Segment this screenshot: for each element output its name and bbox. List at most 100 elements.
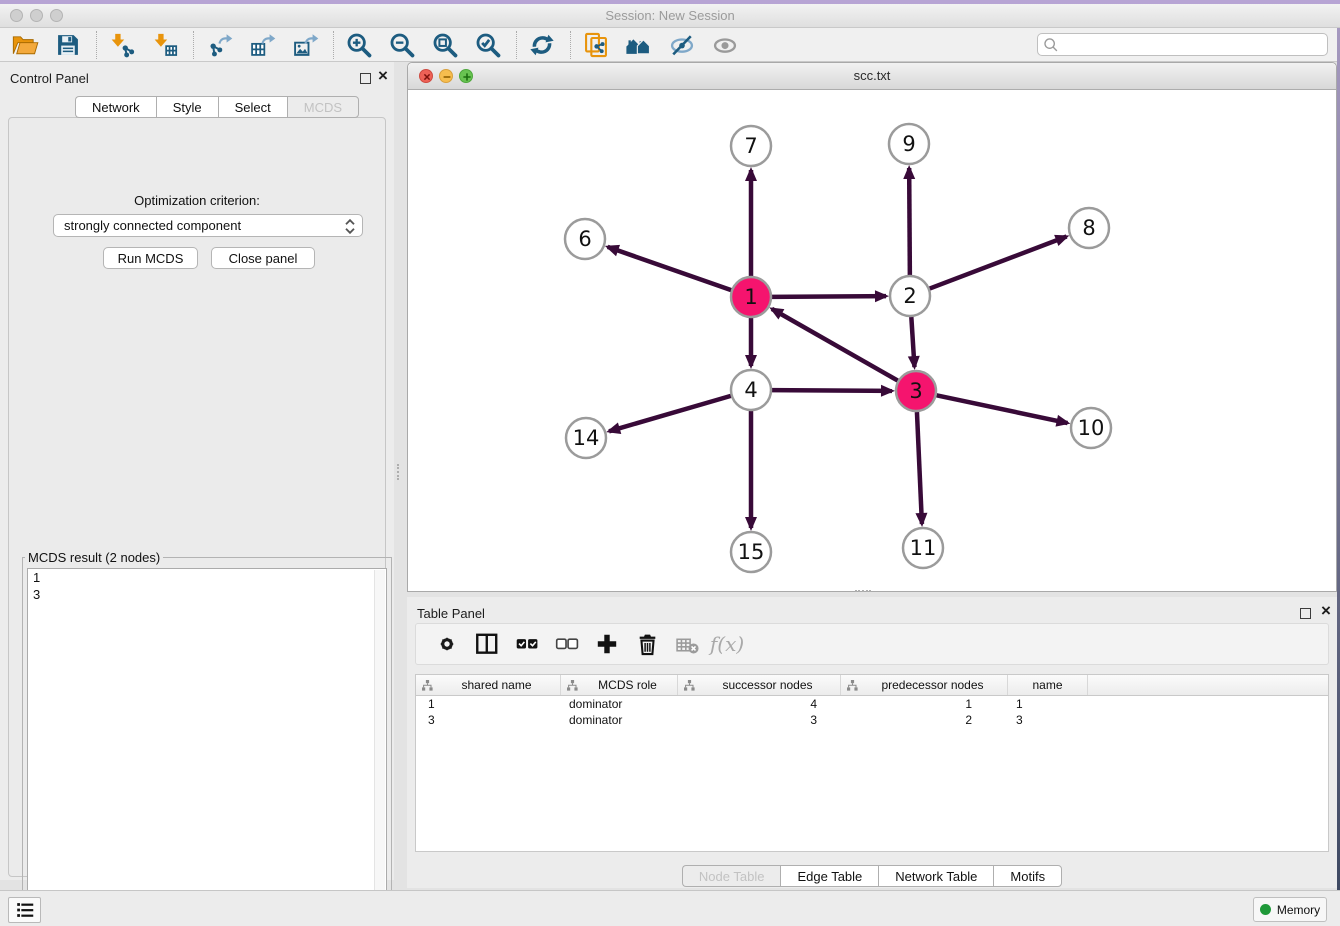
- close-panel-icon[interactable]: ×: [1321, 601, 1331, 621]
- table-panel-title: Table Panel: [417, 606, 485, 621]
- float-panel-icon[interactable]: [360, 73, 371, 84]
- table-row[interactable]: 1dominator411: [416, 696, 1328, 712]
- cell-mcds-role[interactable]: dominator: [561, 712, 678, 728]
- tab-node-table[interactable]: Node Table: [682, 865, 781, 887]
- table-settings-button[interactable]: [430, 627, 464, 661]
- mcds-result-list[interactable]: 13: [27, 568, 387, 926]
- control-panel-title: Control Panel: [10, 71, 89, 86]
- refresh-icon: [528, 31, 556, 59]
- graph-edge-2-8[interactable]: [930, 237, 1067, 289]
- list-icon: [14, 899, 36, 921]
- eye-disabled-icon: [711, 31, 739, 59]
- vertical-splitter-grip[interactable]: [397, 464, 403, 480]
- cell-successor-nodes[interactable]: 3: [678, 712, 841, 728]
- delete-table-button: [670, 627, 704, 661]
- zoom-in-icon: [345, 31, 373, 59]
- status-bar: Memory: [0, 890, 1340, 926]
- column-header-label: successor nodes: [695, 678, 840, 692]
- graph-edge-3-11[interactable]: [917, 412, 922, 524]
- cell-successor-nodes[interactable]: 4: [678, 696, 841, 712]
- unselect-all-columns-button[interactable]: [550, 627, 584, 661]
- cell-shared-name[interactable]: 1: [416, 696, 561, 712]
- float-panel-icon[interactable]: [1300, 608, 1311, 619]
- network-overview-button[interactable]: [624, 30, 654, 60]
- column-tree-icon: [567, 680, 578, 691]
- unchecked-boxes-icon: [554, 631, 580, 657]
- show-column-button[interactable]: [470, 627, 504, 661]
- close-panel-button[interactable]: Close panel: [211, 247, 315, 269]
- tab-mcds[interactable]: MCDS: [287, 96, 359, 118]
- cell-mcds-role[interactable]: dominator: [561, 696, 678, 712]
- result-line: 3: [28, 586, 386, 603]
- clone-network-icon: [582, 31, 610, 59]
- graph-edge-3-1[interactable]: [772, 309, 898, 381]
- table-panel-tabs: Node TableEdge TableNetwork TableMotifs: [407, 865, 1337, 887]
- import-table-button[interactable]: [150, 30, 180, 60]
- save-session-button[interactable]: [53, 30, 83, 60]
- export-image-button[interactable]: [290, 30, 320, 60]
- network-canvas[interactable]: 7968124314101511: [408, 90, 1336, 591]
- search-icon: [1042, 36, 1060, 54]
- title-bar: Session: New Session: [0, 4, 1340, 28]
- memory-button[interactable]: Memory: [1253, 897, 1327, 922]
- toolbar-separator: [516, 31, 517, 59]
- column-header-successor-nodes[interactable]: successor nodes: [678, 675, 841, 695]
- clone-network-button[interactable]: [581, 30, 611, 60]
- column-header-label: predecessor nodes: [858, 678, 1007, 692]
- cell-predecessor-nodes[interactable]: 2: [841, 712, 1008, 728]
- select-all-columns-button[interactable]: [510, 627, 544, 661]
- column-header-predecessor-nodes[interactable]: predecessor nodes: [841, 675, 1008, 695]
- control-panel: Control Panel × NetworkStyleSelectMCDS O…: [0, 62, 394, 880]
- graph-node-label: 9: [902, 132, 915, 156]
- import-network-button[interactable]: [107, 30, 137, 60]
- export-table-icon: [248, 31, 276, 59]
- export-table-button[interactable]: [247, 30, 277, 60]
- graph-node-label: 15: [738, 540, 765, 564]
- create-column-button[interactable]: [590, 627, 624, 661]
- graph-edge-2-9[interactable]: [909, 168, 910, 275]
- apply-layout-button[interactable]: [527, 30, 557, 60]
- horizontal-splitter-grip[interactable]: [855, 590, 871, 596]
- column-header-shared-name[interactable]: shared name: [416, 675, 561, 695]
- criterion-dropdown[interactable]: strongly connected component: [53, 214, 363, 237]
- search-input[interactable]: [1037, 33, 1328, 56]
- tab-network[interactable]: Network: [75, 96, 156, 118]
- memory-label: Memory: [1277, 903, 1320, 917]
- zoom-fit-button[interactable]: [430, 30, 460, 60]
- tab-edge-table[interactable]: Edge Table: [780, 865, 878, 887]
- cell-name[interactable]: 1: [1008, 696, 1088, 712]
- graph-node-label: 4: [744, 378, 757, 402]
- network-view-window: scc.txt 7968124314101511: [407, 62, 1337, 592]
- run-mcds-button[interactable]: Run MCDS: [103, 247, 198, 269]
- graph-edge-4-3[interactable]: [772, 390, 892, 391]
- tab-style[interactable]: Style: [156, 96, 218, 118]
- delete-column-button[interactable]: [630, 627, 664, 661]
- cell-predecessor-nodes[interactable]: 1: [841, 696, 1008, 712]
- tab-network-table[interactable]: Network Table: [878, 865, 993, 887]
- tab-motifs[interactable]: Motifs: [993, 865, 1062, 887]
- open-session-button[interactable]: [10, 30, 40, 60]
- graph-node-label: 11: [910, 536, 937, 560]
- cell-shared-name[interactable]: 3: [416, 712, 561, 728]
- zoom-selected-button[interactable]: [473, 30, 503, 60]
- graph-edge-4-14[interactable]: [609, 396, 731, 431]
- network-window-titlebar[interactable]: scc.txt: [408, 63, 1336, 90]
- tab-select[interactable]: Select: [218, 96, 287, 118]
- hide-graphics-details-button[interactable]: [667, 30, 697, 60]
- graph-edge-1-6[interactable]: [608, 247, 732, 290]
- column-header-mcds-role[interactable]: MCDS role: [561, 675, 678, 695]
- graph-edge-2-3[interactable]: [911, 317, 914, 367]
- task-history-button[interactable]: [8, 897, 41, 923]
- result-scrollbar[interactable]: [374, 570, 385, 926]
- zoom-in-button[interactable]: [344, 30, 374, 60]
- cell-name[interactable]: 3: [1008, 712, 1088, 728]
- graph-edge-3-10[interactable]: [937, 395, 1068, 423]
- zoom-out-button[interactable]: [387, 30, 417, 60]
- table-row[interactable]: 3dominator323: [416, 712, 1328, 728]
- graph-edge-1-2[interactable]: [772, 296, 886, 297]
- export-network-button[interactable]: [204, 30, 234, 60]
- close-panel-icon[interactable]: ×: [378, 66, 388, 86]
- function-builder-button: f(x): [710, 627, 744, 661]
- column-header-name[interactable]: name: [1008, 675, 1088, 695]
- delete-table-icon: [675, 632, 700, 657]
